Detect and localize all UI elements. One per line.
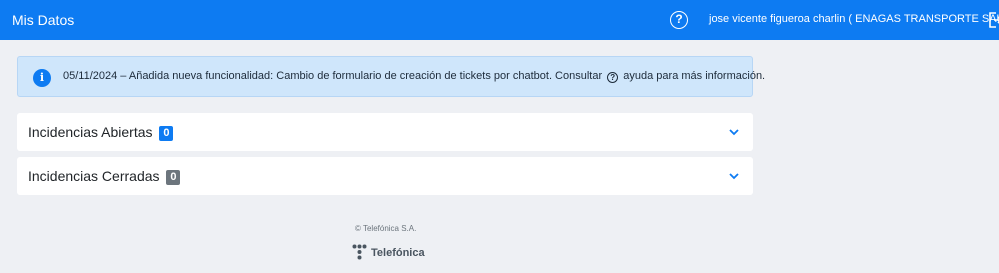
logout-icon[interactable] [988, 12, 999, 28]
panel-title: Incidencias Abiertas [28, 124, 153, 140]
panel-label: Incidencias Abiertas 0 [28, 124, 174, 141]
user-name[interactable]: jose vicente figueroa charlin ( ENAGAS T… [709, 13, 999, 25]
alert-message: 05/11/2024 – Añadida nueva funcionalidad… [63, 70, 765, 83]
panel-label: Incidencias Cerradas 0 [28, 168, 181, 185]
help-icon[interactable]: ? [670, 11, 688, 29]
panel-incidencias-cerradas[interactable]: Incidencias Cerradas 0 [17, 157, 753, 195]
panel-incidencias-abiertas[interactable]: Incidencias Abiertas 0 [17, 113, 753, 151]
alert-text-before: 05/11/2024 – Añadida nueva funcionalidad… [63, 70, 603, 82]
alert-text-after: ayuda para más información. [623, 70, 766, 82]
panel-title: Incidencias Cerradas [28, 168, 160, 184]
chevron-down-icon[interactable] [727, 125, 741, 139]
info-alert: i 05/11/2024 – Añadida nueva funcionalid… [17, 56, 765, 97]
count-badge: 0 [166, 170, 181, 185]
count-badge: 0 [159, 126, 174, 141]
page-title: Mis Datos [12, 12, 75, 28]
info-icon: i [33, 69, 51, 87]
sidebar-toggle-icon[interactable] [0, 14, 2, 25]
footer-copyright: © Telefónica S.A. [355, 224, 417, 233]
logo-text: Telefónica [371, 247, 425, 259]
chevron-down-icon[interactable] [727, 169, 741, 183]
help-circle-icon: ? [607, 72, 619, 83]
telefonica-logo: Telefónica [352, 244, 432, 262]
telefonica-logo-icon [352, 244, 367, 260]
top-navbar: Mis Datos ? jose vicente figueroa charli… [0, 0, 999, 40]
